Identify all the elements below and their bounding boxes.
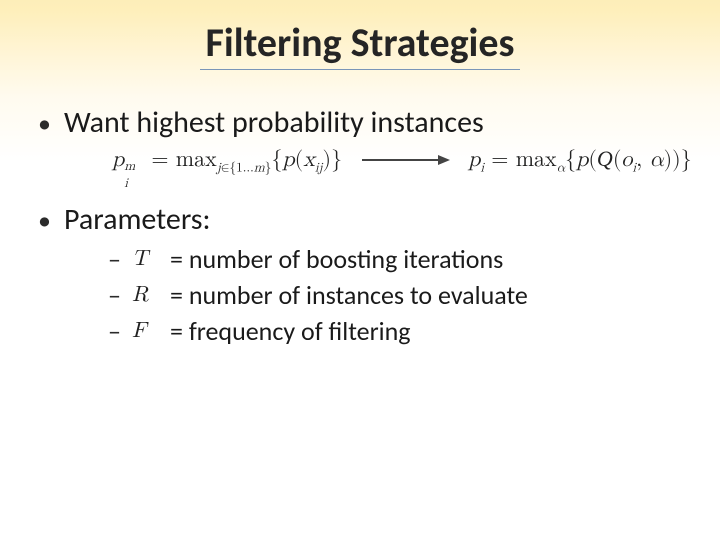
param-item-r: R = number of instances to evaluate [104, 279, 690, 311]
formula-right: pi = maxα{p(Q(oi, α))} [468, 146, 692, 173]
param-symbol: F [132, 318, 170, 344]
parameter-list: T = number of boosting iterations R = nu… [64, 243, 690, 347]
title-wrap: Filtering Strategies [0, 0, 720, 70]
top-bullet-list: Want highest probability instances pmi =… [30, 106, 690, 347]
bullet-parameters: Parameters: T = number of boosting itera… [30, 203, 690, 347]
slide: Filtering Strategies Want highest probab… [0, 0, 720, 540]
param-desc: = frequency of filtering [170, 315, 411, 347]
param-symbol: R [132, 282, 170, 308]
param-item-t: T = number of boosting iterations [104, 243, 690, 275]
slide-title: Filtering Strategies [200, 18, 521, 70]
slide-body: Want highest probability instances pmi =… [0, 70, 720, 347]
param-item-f: F = frequency of filtering [104, 315, 690, 347]
bullet-text: Parameters: [64, 201, 211, 238]
formula-left: pmi = maxj∈{1…m}{p(xij)} [112, 147, 342, 173]
param-desc: = number of instances to evaluate [170, 279, 528, 311]
bullet-text: Want highest probability instances [64, 104, 484, 141]
formula-row: pmi = maxj∈{1…m}{p(xij)} pi = maxα{p(Q(o… [64, 140, 690, 193]
bullet-want-highest: Want highest probability instances pmi =… [30, 106, 690, 193]
param-desc: = number of boosting iterations [170, 243, 503, 275]
param-symbol: T [132, 246, 170, 272]
arrow-icon [360, 151, 450, 169]
